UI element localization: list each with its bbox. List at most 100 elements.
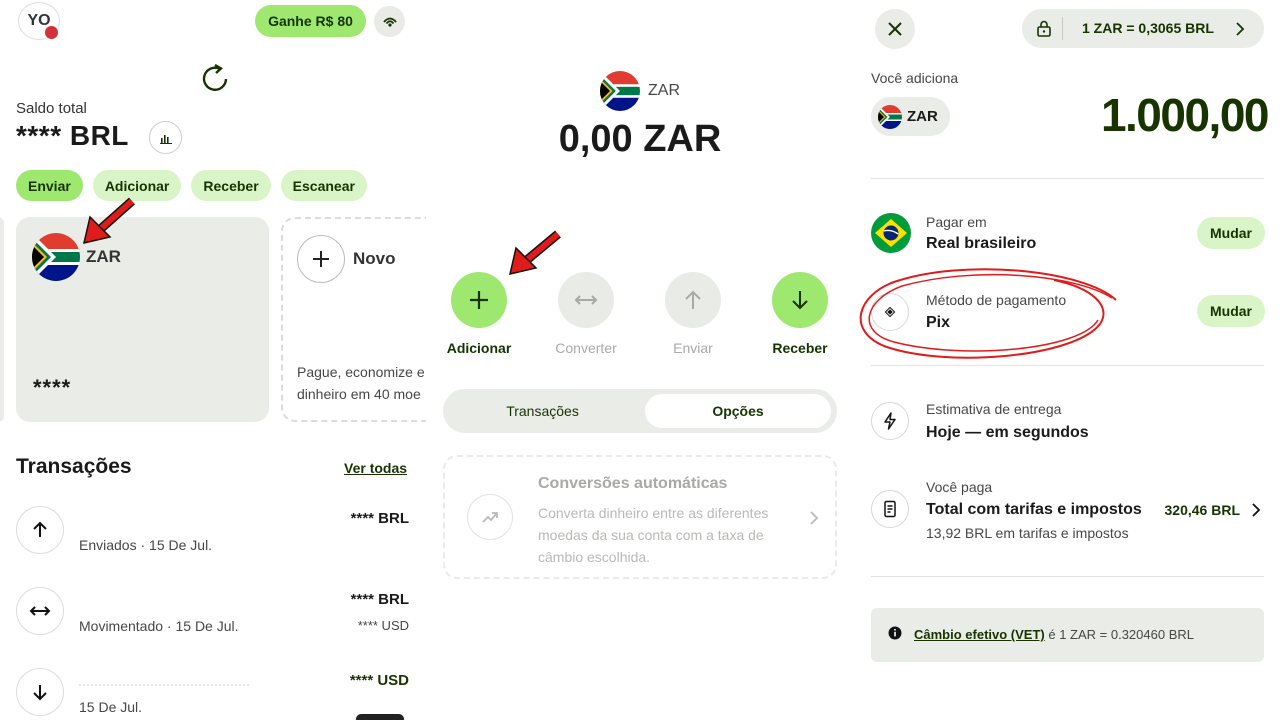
scan-button[interactable]: Escanear bbox=[280, 170, 367, 201]
zar-account-card[interactable]: ZAR **** bbox=[16, 217, 269, 422]
you-pay-amount[interactable]: 320,46 BRL bbox=[1132, 502, 1240, 518]
total-balance-value: **** BRL bbox=[16, 120, 129, 151]
swap-icon bbox=[16, 587, 64, 635]
exchange-rate-button[interactable]: 1 ZAR = 0,3065 BRL bbox=[1022, 9, 1264, 48]
south-africa-flag-icon bbox=[878, 105, 902, 129]
tab-bar: Transações Opções bbox=[443, 389, 837, 433]
annotation-circle bbox=[859, 268, 1117, 359]
new-account-label: Novo bbox=[353, 249, 396, 268]
vet-value: é 1 ZAR = 0.320460 BRL bbox=[1044, 627, 1194, 642]
change-currency-button[interactable]: Mudar bbox=[1197, 217, 1265, 249]
bar-chart-icon bbox=[159, 134, 172, 144]
vet-text: Câmbio efetivo (VET) é 1 ZAR = 0.320460 … bbox=[914, 627, 1194, 642]
divider bbox=[871, 365, 1264, 366]
insights-button[interactable] bbox=[149, 121, 182, 154]
vet-info-box: Câmbio efetivo (VET) é 1 ZAR = 0.320460 … bbox=[871, 608, 1264, 662]
total-balance-label: Saldo total bbox=[16, 100, 87, 117]
arrow-down-icon bbox=[792, 291, 808, 310]
annotation-arrow-icon bbox=[508, 230, 561, 276]
brazil-flag-icon bbox=[871, 213, 911, 253]
privacy-toggle-button[interactable] bbox=[374, 6, 405, 37]
south-africa-flag-icon bbox=[600, 71, 640, 111]
transaction-amount-secondary: **** USD bbox=[357, 618, 409, 633]
home-screen: YO Ganhe R$ 80 Saldo total **** BRL Envi… bbox=[0, 0, 426, 720]
chevron-right-icon[interactable] bbox=[1251, 502, 1261, 518]
receive-button[interactable]: Receber bbox=[191, 170, 271, 201]
chevron-right-icon bbox=[810, 511, 819, 525]
transaction-subtitle: Enviados · 15 De Jul. bbox=[79, 537, 213, 553]
annotation-arrow-icon bbox=[82, 197, 135, 245]
tab-options[interactable]: Opções bbox=[645, 394, 831, 428]
auto-conversion-card[interactable]: Conversões automáticas Converta dinheiro… bbox=[443, 455, 837, 579]
eye-icon bbox=[382, 17, 397, 27]
transaction-subtitle: Movimentado · 15 De Jul. bbox=[79, 618, 239, 634]
info-icon bbox=[888, 626, 902, 640]
see-all-link[interactable]: Ver todas bbox=[344, 460, 407, 476]
you-pay-label: Você paga bbox=[926, 479, 993, 495]
arrow-up-icon bbox=[16, 506, 64, 554]
transaction-amount: **** BRL bbox=[350, 591, 409, 608]
arrow-down-icon bbox=[16, 668, 64, 716]
plus-icon bbox=[297, 235, 345, 283]
tab-transactions[interactable]: Transações bbox=[448, 394, 637, 428]
swap-icon bbox=[574, 295, 598, 305]
plus-icon bbox=[470, 291, 488, 309]
transaction-amount: **** BRL bbox=[350, 510, 409, 527]
receipt-icon bbox=[871, 490, 909, 528]
you-add-label: Você adiciona bbox=[871, 70, 959, 86]
new-account-desc-1: Pague, economize e bbox=[297, 364, 425, 380]
pay-in-value: Real brasileiro bbox=[926, 235, 1037, 252]
add-money-button[interactable] bbox=[451, 272, 507, 328]
transactions-title: Transações bbox=[16, 455, 132, 478]
redacted-text bbox=[79, 684, 249, 686]
delivery-estimate-value: Hoje — em segundos bbox=[926, 424, 1089, 441]
lock-icon bbox=[1037, 20, 1051, 37]
currency-selector[interactable]: ZAR bbox=[871, 97, 950, 136]
auto-conversion-title: Conversões automáticas bbox=[538, 475, 728, 492]
account-currency: ZAR bbox=[648, 82, 680, 99]
fees-line: 13,92 BRL em tarifas e impostos bbox=[926, 525, 1129, 541]
trend-up-icon bbox=[467, 494, 513, 540]
new-account-card[interactable]: Novo Pague, economize e dinheiro em 40 m… bbox=[281, 217, 426, 422]
add-money-label: Adicionar bbox=[446, 340, 512, 356]
exchange-rate-text: 1 ZAR = 0,3065 BRL bbox=[1082, 20, 1214, 36]
convert-button[interactable] bbox=[558, 272, 614, 328]
lightning-icon bbox=[871, 402, 909, 440]
promo-button[interactable]: Ganhe R$ 80 bbox=[255, 5, 366, 37]
send-button[interactable]: Enviar bbox=[16, 170, 83, 201]
receive-label: Receber bbox=[772, 340, 828, 356]
change-payment-method-button[interactable]: Mudar bbox=[1197, 295, 1265, 327]
south-africa-flag-icon bbox=[32, 233, 80, 281]
vet-link[interactable]: Câmbio efetivo (VET) bbox=[914, 627, 1045, 642]
previous-account-card[interactable] bbox=[0, 217, 4, 422]
notification-dot bbox=[43, 24, 60, 41]
divider bbox=[871, 178, 1264, 179]
account-balance: 0,00 ZAR bbox=[558, 118, 722, 160]
send-button[interactable] bbox=[665, 272, 721, 328]
delivery-estimate-label: Estimativa de entrega bbox=[926, 401, 1062, 417]
chevron-right-icon bbox=[1236, 22, 1245, 36]
add-money-screen: 1 ZAR = 0,3065 BRL Você adiciona ZAR 1.0… bbox=[854, 0, 1280, 720]
currency-code: ZAR bbox=[907, 108, 938, 125]
amount-input[interactable]: 1.000,00 bbox=[1054, 88, 1270, 142]
quick-actions: Enviar Adicionar Receber Escanear bbox=[16, 170, 367, 201]
close-icon bbox=[888, 22, 902, 36]
auto-conversion-desc: Converta dinheiro entre as diferentes mo… bbox=[538, 505, 769, 565]
transaction-subtitle: 15 De Jul. bbox=[79, 699, 143, 715]
pay-in-label: Pagar em bbox=[926, 214, 987, 230]
divider bbox=[871, 576, 1264, 577]
you-pay-value: Total com tarifas e impostos bbox=[926, 501, 1142, 518]
send-label: Enviar bbox=[673, 340, 713, 356]
refresh-icon[interactable] bbox=[196, 60, 234, 98]
transaction-amount: **** USD bbox=[349, 672, 409, 689]
account-balance: **** bbox=[33, 375, 72, 400]
new-account-desc-2: dinheiro em 40 moe bbox=[297, 386, 421, 402]
close-button[interactable] bbox=[875, 9, 915, 49]
home-indicator bbox=[356, 714, 404, 720]
zar-account-screen: ZAR 0,00 ZAR Adicionar Converter Enviar … bbox=[426, 0, 854, 720]
convert-label: Converter bbox=[555, 340, 617, 356]
receive-button[interactable] bbox=[772, 272, 828, 328]
divider bbox=[1062, 17, 1063, 40]
arrow-up-icon bbox=[685, 290, 701, 309]
account-currency: ZAR bbox=[86, 247, 121, 266]
